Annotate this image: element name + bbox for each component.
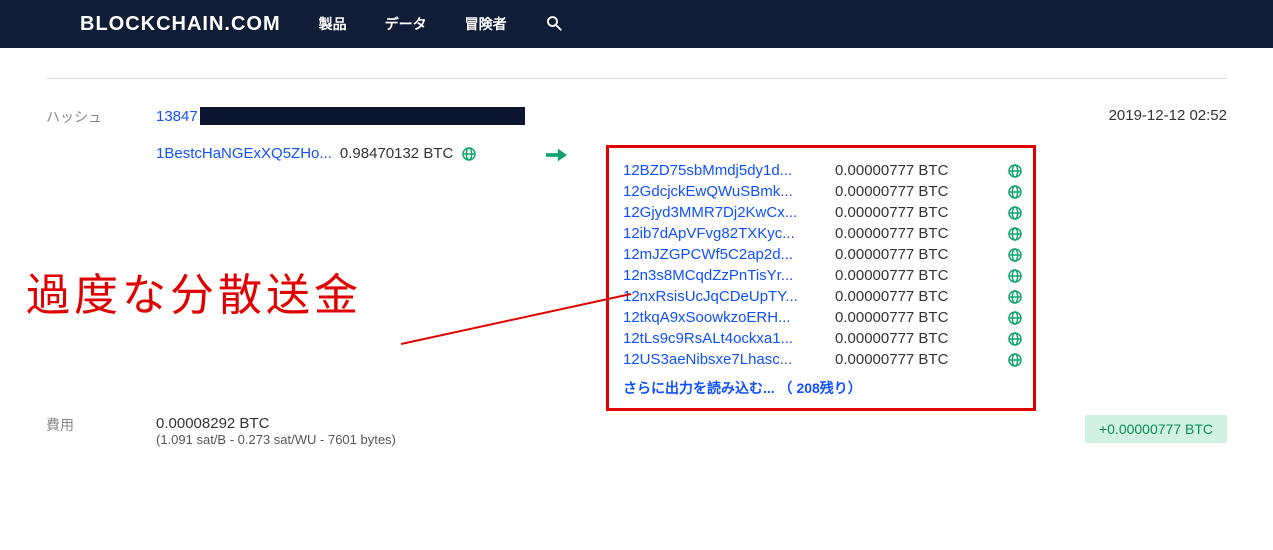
outputs-list: 12BZD75sbMmdj5dy1d...0.00000777 BTC12Gdc…: [623, 162, 1023, 368]
fee-row: 費用 0.00008292 BTC (1.091 sat/B - 0.273 s…: [46, 411, 1227, 471]
input-amount: 0.98470132 BTC: [340, 145, 453, 162]
hash-redacted: [200, 107, 525, 125]
output-amount: 0.00000777 BTC: [835, 351, 990, 368]
output-line: 12n3s8MCqdZzPnTisYr... 0.00000777 BTC: [623, 267, 1023, 284]
nav-explorer[interactable]: 冒険者: [465, 14, 507, 34]
output-amount: 0.00000777 BTC: [835, 330, 990, 347]
output-address-link[interactable]: 12tLs9c9RsALt4ockxa1...: [623, 330, 818, 347]
output-line: 12mJZGPCWf5C2ap2d... 0.00000777 BTC: [623, 246, 1023, 263]
input-address-link[interactable]: 1BestcHaNGExXQ5ZHo...: [156, 145, 332, 162]
outputs-box: 12BZD75sbMmdj5dy1d...0.00000777 BTC12Gdc…: [606, 145, 1036, 411]
fee-amount: 0.00008292 BTC: [156, 415, 396, 432]
output-amount: 0.00000777 BTC: [835, 246, 990, 263]
inputs-column: 1BestcHaNGExXQ5ZHo... 0.98470132 BTC: [156, 145, 506, 162]
output-address-link[interactable]: 12tkqA9xSoowkzoERH...: [623, 309, 818, 326]
output-amount: 0.00000777 BTC: [835, 162, 990, 179]
transaction-content: ハッシュ 13847 2019-12-12 02:52 1BestcHaNGEx…: [46, 89, 1227, 471]
globe-icon[interactable]: [1007, 289, 1023, 305]
globe-icon[interactable]: [1007, 310, 1023, 326]
output-address-link[interactable]: 12Gjyd3MMR7Dj2KwCx...: [623, 204, 818, 221]
output-address-link[interactable]: 12BZD75sbMmdj5dy1d...: [623, 162, 818, 179]
navbar: BLOCKCHAIN.COM 製品 データ 冒険者: [0, 0, 1273, 48]
arrow-icon: [506, 145, 606, 163]
output-amount: 0.00000777 BTC: [835, 288, 990, 305]
nav-data[interactable]: データ: [385, 14, 427, 34]
globe-icon[interactable]: [1007, 184, 1023, 200]
globe-icon[interactable]: [1007, 247, 1023, 263]
output-line: 12BZD75sbMmdj5dy1d... 0.00000777 BTC: [623, 162, 1023, 179]
nav-products[interactable]: 製品: [319, 14, 347, 34]
top-divider: [46, 78, 1227, 79]
output-address-link[interactable]: 12ib7dApVFvg82TXKyc...: [623, 225, 818, 242]
output-line: 12tLs9c9RsALt4ockxa1... 0.00000777 BTC: [623, 330, 1023, 347]
input-line: 1BestcHaNGExXQ5ZHo... 0.98470132 BTC: [156, 145, 506, 162]
output-amount: 0.00000777 BTC: [835, 225, 990, 242]
globe-icon[interactable]: [1007, 352, 1023, 368]
globe-icon[interactable]: [1007, 205, 1023, 221]
output-line: 12GdcjckEwQWuSBmk... 0.00000777 BTC: [623, 183, 1023, 200]
globe-icon[interactable]: [1007, 331, 1023, 347]
tx-body: 1BestcHaNGExXQ5ZHo... 0.98470132 BTC 12B…: [46, 145, 1227, 411]
output-address-link[interactable]: 12mJZGPCWf5C2ap2d...: [623, 246, 818, 263]
output-address-link[interactable]: 12GdcjckEwQWuSBmk...: [623, 183, 818, 200]
globe-icon[interactable]: [461, 146, 477, 162]
output-amount: 0.00000777 BTC: [835, 309, 990, 326]
timestamp: 2019-12-12 02:52: [1109, 107, 1227, 124]
hash-label: ハッシュ: [46, 107, 156, 127]
output-amount: 0.00000777 BTC: [835, 183, 990, 200]
hash-row: ハッシュ 13847 2019-12-12 02:52: [46, 89, 1227, 145]
fee-label: 費用: [46, 415, 156, 435]
output-address-link[interactable]: 12US3aeNibsxe7Lhasc...: [623, 351, 818, 368]
globe-icon[interactable]: [1007, 226, 1023, 242]
fee-detail: (1.091 sat/B - 0.273 sat/WU - 7601 bytes…: [156, 432, 396, 447]
globe-icon[interactable]: [1007, 268, 1023, 284]
output-address-link[interactable]: 12n3s8MCqdZzPnTisYr...: [623, 267, 818, 284]
globe-icon[interactable]: [1007, 163, 1023, 179]
output-line: 12tkqA9xSoowkzoERH... 0.00000777 BTC: [623, 309, 1023, 326]
output-line: 12nxRsisUcJqCDeUpTY... 0.00000777 BTC: [623, 288, 1023, 305]
hash-value[interactable]: 13847: [156, 107, 525, 125]
search-icon[interactable]: [545, 14, 563, 35]
output-amount: 0.00000777 BTC: [835, 204, 990, 221]
net-amount-badge: +0.00000777 BTC: [1085, 415, 1227, 443]
output-amount: 0.00000777 BTC: [835, 267, 990, 284]
load-more-outputs[interactable]: さらに出力を読み込む... （ 208残り）: [623, 378, 1023, 398]
hash-prefix: 13847: [156, 108, 198, 125]
output-line: 12Gjyd3MMR7Dj2KwCx... 0.00000777 BTC: [623, 204, 1023, 221]
brand-logo[interactable]: BLOCKCHAIN.COM: [80, 13, 281, 36]
output-address-link[interactable]: 12nxRsisUcJqCDeUpTY...: [623, 288, 818, 305]
output-line: 12ib7dApVFvg82TXKyc... 0.00000777 BTC: [623, 225, 1023, 242]
output-line: 12US3aeNibsxe7Lhasc... 0.00000777 BTC: [623, 351, 1023, 368]
